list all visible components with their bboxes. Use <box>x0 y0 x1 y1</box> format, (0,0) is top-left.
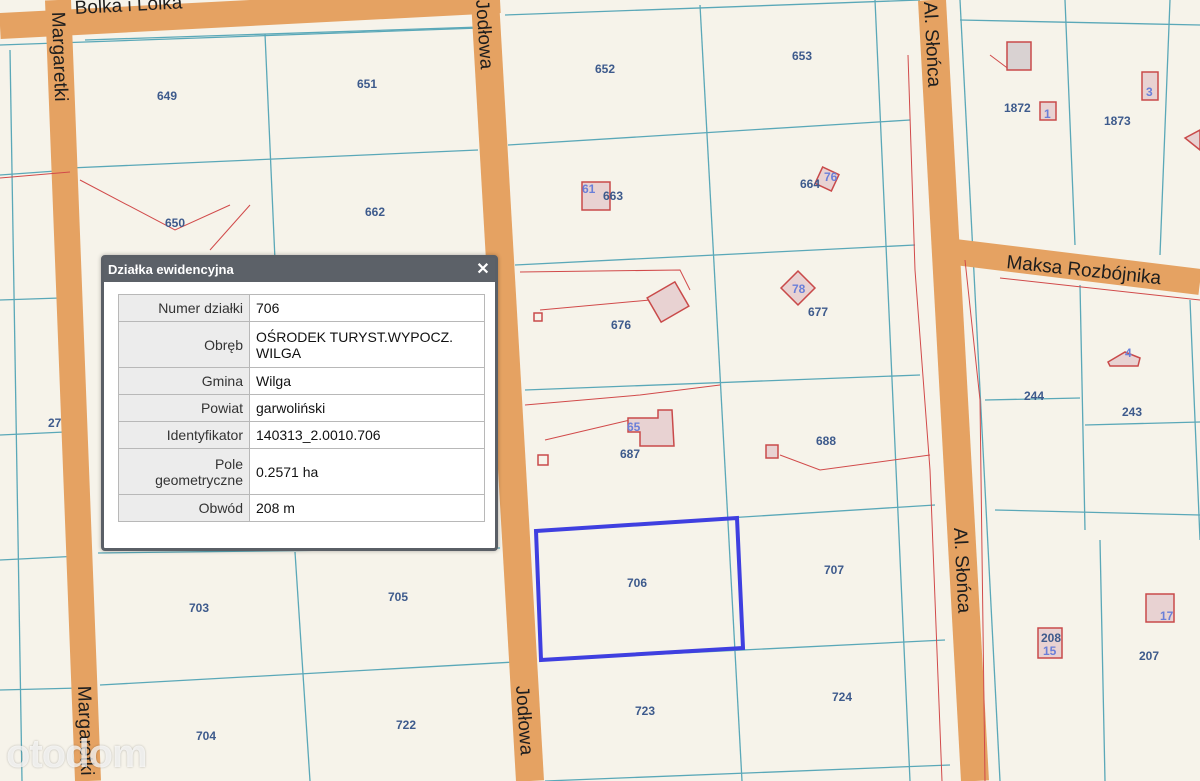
table-row: Identyfikator 140313_2.0010.706 <box>118 421 485 449</box>
building-label: 4 <box>1125 346 1132 360</box>
building-label: 65 <box>627 420 641 434</box>
plot-label[interactable]: 649 <box>157 89 177 103</box>
plot-label[interactable]: 243 <box>1122 405 1142 419</box>
plot-label[interactable]: 703 <box>189 601 209 615</box>
plot-label[interactable]: 650 <box>165 216 185 230</box>
attribute-key: Obręb <box>118 321 250 368</box>
plot-label[interactable]: 704 <box>196 729 216 743</box>
table-row: Obwód 208 m <box>118 494 485 522</box>
attribute-value: 140313_2.0010.706 <box>249 421 485 449</box>
plot-label[interactable]: 652 <box>595 62 615 76</box>
building-label: 3 <box>1146 85 1153 99</box>
plot-label[interactable]: 663 <box>603 189 623 203</box>
attribute-value: 208 m <box>249 494 485 522</box>
table-row: Obręb OŚRODEK TURYST.WYPOCZ. WILGA <box>118 321 485 368</box>
popup-title: Działka ewidencyjna <box>108 262 234 277</box>
plot-label[interactable]: 244 <box>1024 389 1044 403</box>
attribute-value: OŚRODEK TURYST.WYPOCZ. WILGA <box>249 321 485 368</box>
building-label: 76 <box>824 170 838 184</box>
table-row: Powiat garwoliński <box>118 394 485 422</box>
plot-label[interactable]: 723 <box>635 704 655 718</box>
street-label-margaretki-top: Margaretki <box>47 11 71 101</box>
building-label: 17 <box>1160 609 1174 623</box>
building-label: 61 <box>582 182 596 196</box>
plot-label[interactable]: 676 <box>611 318 631 332</box>
attribute-value: 706 <box>249 294 485 322</box>
attribute-key: Numer działki <box>118 294 250 322</box>
plot-label[interactable]: 27 <box>48 416 62 430</box>
table-row: Pole geometryczne 0.2571 ha <box>118 448 485 495</box>
plot-label[interactable]: 688 <box>816 434 836 448</box>
parcel-attributes-table: Numer działki 706 Obręb OŚRODEK TURYST.W… <box>118 294 485 522</box>
plot-label[interactable]: 1872 <box>1004 101 1031 115</box>
plot-label[interactable]: 1873 <box>1104 114 1131 128</box>
plot-label[interactable]: 707 <box>824 563 844 577</box>
plot-label[interactable]: 724 <box>832 690 852 704</box>
building-label: 78 <box>792 282 806 296</box>
building-label: 1 <box>1044 107 1051 121</box>
plot-label[interactable]: 687 <box>620 447 640 461</box>
attribute-key: Identyfikator <box>118 421 250 449</box>
building-label: 15 <box>1043 644 1057 658</box>
plot-label[interactable]: 207 <box>1139 649 1159 663</box>
popup-titlebar[interactable]: Działka ewidencyjna ✕ <box>104 258 495 282</box>
street-label-slonca-bottom: Al. Słońca <box>949 527 974 614</box>
street-label-slonca-top: Al. Słońca <box>919 1 944 88</box>
plot-label[interactable]: 677 <box>808 305 828 319</box>
attribute-key: Gmina <box>118 367 250 395</box>
plot-label[interactable]: 662 <box>365 205 385 219</box>
attribute-key: Pole geometryczne <box>118 448 250 495</box>
plot-label[interactable]: 705 <box>388 590 408 604</box>
plot-label[interactable]: 664 <box>800 177 820 191</box>
plot-label[interactable]: 208 <box>1041 631 1061 645</box>
attribute-value: 0.2571 ha <box>249 448 485 495</box>
plot-label[interactable]: 651 <box>357 77 377 91</box>
table-row: Gmina Wilga <box>118 367 485 395</box>
close-icon[interactable]: ✕ <box>475 258 491 282</box>
table-row: Numer działki 706 <box>118 294 485 322</box>
plot-label[interactable]: 722 <box>396 718 416 732</box>
attribute-key: Powiat <box>118 394 250 422</box>
plot-label[interactable]: 653 <box>792 49 812 63</box>
attribute-value: garwoliński <box>249 394 485 422</box>
attribute-value: Wilga <box>249 367 485 395</box>
attribute-key: Obwód <box>118 494 250 522</box>
parcel-info-popup: Działka ewidencyjna ✕ Numer działki 706 … <box>101 255 498 551</box>
plot-label[interactable]: 706 <box>627 576 647 590</box>
otodom-watermark: otodom <box>6 732 148 776</box>
